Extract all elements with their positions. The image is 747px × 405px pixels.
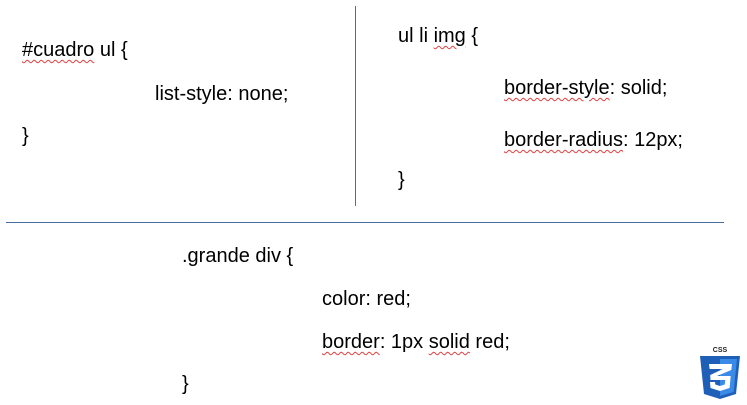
block2-property-1: border-style: solid;: [504, 76, 667, 100]
block3-prop2-end: red;: [469, 331, 510, 353]
block2-prop1-value: : solid;: [609, 77, 668, 99]
css3-logo-label: CSS: [713, 347, 728, 354]
css3-shield-icon: CSS: [700, 347, 740, 399]
block1-selector: #cuadro ul {: [22, 38, 128, 62]
block2-selector-img: img: [433, 25, 466, 47]
block3-prop2-mid: : 1px: [379, 331, 429, 353]
css3-logo: CSS: [696, 344, 744, 400]
block1-selector-id: #cuadro: [22, 39, 95, 61]
horizontal-divider: [6, 222, 724, 223]
block2-selector: ul li img {: [398, 24, 478, 48]
block1-brace-close: }: [22, 125, 29, 147]
block3-property-1: color: red;: [322, 288, 411, 310]
block1-property: list-style: none;: [155, 83, 289, 105]
block1-selector-tag: ul: [99, 39, 116, 61]
block2-brace-open: {: [471, 25, 479, 47]
block2-property-2: border-radius: 12px;: [504, 128, 683, 152]
block3-brace-close: }: [182, 373, 189, 395]
block1-brace-open: {: [120, 39, 128, 61]
block2-prop2-value: : 12px;: [622, 129, 683, 151]
block3-prop2-name: border: [322, 331, 380, 353]
block2-prop1-name: border-style: [504, 77, 610, 99]
block3-selector: .grande div {: [182, 245, 294, 267]
block3-prop2-solid: solid: [428, 331, 470, 353]
vertical-divider: [355, 6, 356, 206]
block3-property-2: border: 1px solid red;: [322, 330, 510, 354]
block2-brace-close: }: [398, 169, 405, 191]
block2-selector-tags: ul li: [398, 25, 429, 47]
block2-prop2-name: border-radius: [504, 129, 623, 151]
